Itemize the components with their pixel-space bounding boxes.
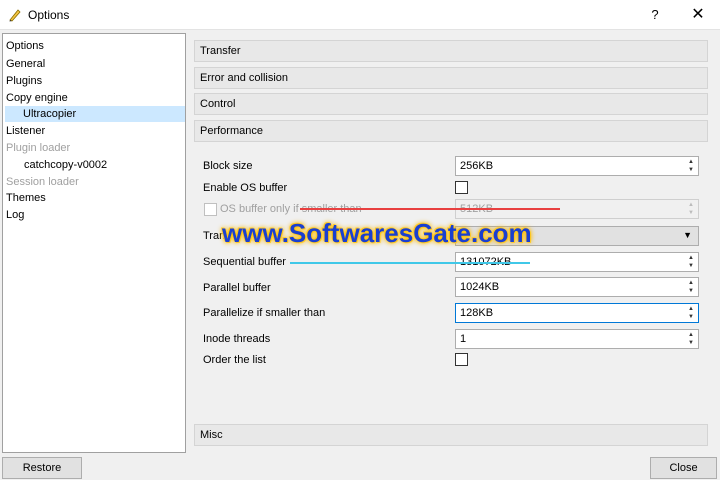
spin-arrows[interactable]: ▲ ▼ [686, 201, 696, 217]
arrow-up-icon[interactable]: ▲ [686, 305, 696, 313]
tree-item-options[interactable]: Options [6, 38, 44, 54]
order-list-label: Order the list [203, 354, 266, 366]
arrow-up-icon[interactable]: ▲ [686, 279, 696, 287]
enable-os-buffer-checkbox[interactable] [455, 181, 468, 194]
arrow-down-icon[interactable]: ▼ [686, 166, 696, 174]
section-misc[interactable]: Misc [194, 424, 708, 446]
section-control[interactable]: Control [194, 93, 708, 115]
block-size-value: 256KB [460, 160, 494, 172]
tree-item-log[interactable]: Log [6, 207, 24, 223]
arrow-up-icon[interactable]: ▲ [686, 201, 696, 209]
tree-item-ultracopier[interactable]: Ultracopier [5, 106, 185, 122]
title-bar: Options ? ✕ [0, 0, 720, 30]
arrow-down-icon[interactable]: ▼ [686, 262, 696, 270]
parallelize-spinbox[interactable]: 128KB ▲ ▼ [455, 303, 699, 323]
watermark-stroke [300, 208, 560, 210]
parallelize-value: 128KB [460, 307, 494, 319]
arrow-down-icon[interactable]: ▼ [686, 287, 696, 295]
window-title: Options [28, 8, 70, 22]
spin-arrows[interactable]: ▲ ▼ [686, 254, 696, 270]
tree-item-listener[interactable]: Listener [6, 123, 45, 139]
options-tree: Options General Plugins Copy engine Ultr… [2, 33, 186, 453]
tree-item-plugins[interactable]: Plugins [6, 73, 42, 89]
tree-item-themes[interactable]: Themes [6, 190, 46, 206]
pencil-icon [9, 9, 21, 22]
spin-arrows[interactable]: ▲ ▼ [686, 305, 696, 321]
os-buffer-only-checkbox[interactable] [204, 203, 217, 216]
tree-item-copy-engine[interactable]: Copy engine [6, 90, 68, 106]
block-size-label: Block size [203, 160, 253, 172]
inode-threads-value: 1 [460, 333, 467, 345]
close-button[interactable]: Close [650, 457, 717, 479]
section-error-collision[interactable]: Error and collision [194, 67, 708, 89]
inode-threads-spinbox[interactable]: 1 ▲ ▼ [455, 329, 699, 349]
parallel-buffer-value: 1024KB [460, 281, 500, 293]
parallelize-label: Parallelize if smaller than [203, 307, 326, 319]
tree-item-plugin-loader[interactable]: Plugin loader [6, 140, 70, 156]
spin-arrows[interactable]: ▲ ▼ [686, 158, 696, 174]
arrow-down-icon[interactable]: ▼ [686, 339, 696, 347]
restore-defaults-button[interactable]: Restore Defaults [2, 457, 82, 479]
watermark-text: www.SoftwaresGate.com [222, 218, 532, 248]
chevron-down-icon: ▼ [683, 230, 692, 240]
spin-arrows[interactable]: ▲ ▼ [686, 331, 696, 347]
arrow-up-icon[interactable]: ▲ [686, 254, 696, 262]
arrow-up-icon[interactable]: ▲ [686, 158, 696, 166]
watermark-stroke [290, 262, 530, 264]
section-transfer[interactable]: Transfer [194, 40, 708, 62]
enable-os-buffer-label: Enable OS buffer [203, 182, 288, 194]
sequential-buffer-label: Sequential buffer [203, 256, 286, 268]
tree-item-general[interactable]: General [6, 56, 45, 72]
spin-arrows[interactable]: ▲ ▼ [686, 279, 696, 295]
arrow-down-icon[interactable]: ▼ [686, 313, 696, 321]
section-performance[interactable]: Performance [194, 120, 708, 142]
close-window-button[interactable]: ✕ [684, 3, 712, 27]
help-button[interactable]: ? [640, 3, 670, 27]
parallel-buffer-label: Parallel buffer [203, 282, 271, 294]
tree-item-session-loader[interactable]: Session loader [6, 174, 79, 190]
arrow-down-icon[interactable]: ▼ [686, 209, 696, 217]
arrow-up-icon[interactable]: ▲ [686, 331, 696, 339]
tree-item-catchcopy[interactable]: catchcopy-v0002 [24, 157, 107, 173]
parallel-buffer-spinbox[interactable]: 1024KB ▲ ▼ [455, 277, 699, 297]
block-size-spinbox[interactable]: 256KB ▲ ▼ [455, 156, 699, 176]
inode-threads-label: Inode threads [203, 333, 271, 345]
order-list-checkbox[interactable] [455, 353, 468, 366]
